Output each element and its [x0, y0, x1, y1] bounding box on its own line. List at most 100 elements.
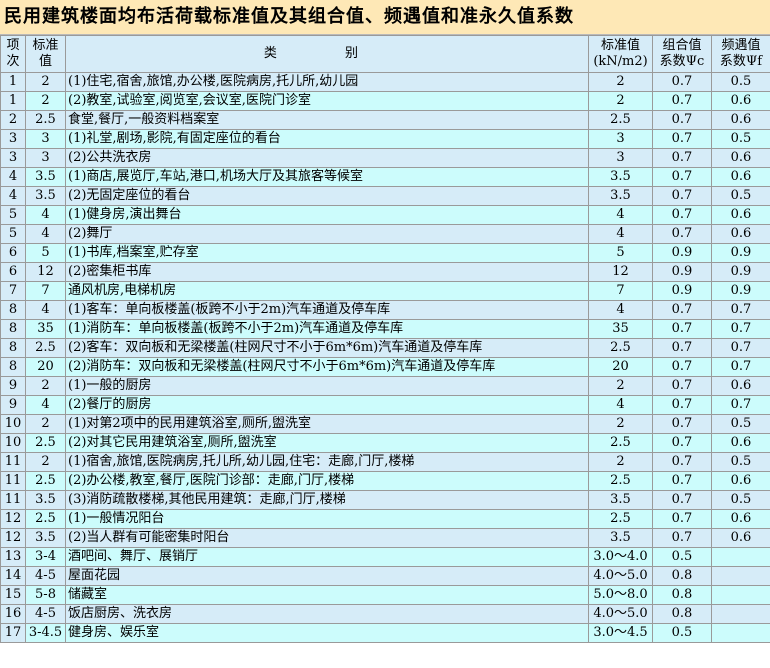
std-value-cell[interactable]: 2 — [25, 414, 66, 434]
frequent-coef-cell[interactable] — [711, 604, 770, 624]
frequent-coef-cell[interactable]: 0.6 — [711, 110, 770, 130]
item-no-cell[interactable]: 5 — [0, 205, 26, 225]
category-cell[interactable]: 食堂,餐厅,一般资料档案室 — [65, 110, 589, 130]
std-load-cell[interactable]: 4 — [588, 224, 653, 244]
item-no-cell[interactable]: 15 — [0, 585, 26, 605]
item-no-cell[interactable]: 13 — [0, 547, 26, 567]
item-no-cell[interactable]: 11 — [0, 452, 26, 472]
std-load-cell[interactable]: 35 — [588, 319, 653, 339]
category-cell[interactable]: (3)消防疏散楼梯,其他民用建筑：走廊,门厅,楼梯 — [65, 490, 589, 510]
std-load-cell[interactable]: 4.0～5.0 — [588, 604, 653, 624]
combination-coef-cell[interactable]: 0.7 — [652, 72, 712, 92]
std-load-cell[interactable]: 2.5 — [588, 509, 653, 529]
std-value-cell[interactable]: 3.5 — [25, 167, 66, 187]
frequent-coef-cell[interactable]: 0.9 — [711, 281, 770, 301]
combination-coef-cell[interactable]: 0.7 — [652, 490, 712, 510]
combination-coef-cell[interactable]: 0.7 — [652, 376, 712, 396]
category-cell[interactable]: 通风机房,电梯机房 — [65, 281, 589, 301]
frequent-coef-cell[interactable] — [711, 623, 770, 643]
item-no-cell[interactable]: 11 — [0, 490, 26, 510]
std-value-cell[interactable]: 2 — [25, 376, 66, 396]
category-cell[interactable]: (1)一般情况阳台 — [65, 509, 589, 529]
category-cell[interactable]: (2)对其它民用建筑浴室,厕所,盥洗室 — [65, 433, 589, 453]
frequent-coef-cell[interactable]: 0.7 — [711, 319, 770, 339]
category-cell[interactable]: (1)宿舍,旅馆,医院病房,托儿所,幼儿园,住宅：走廊,门厅,楼梯 — [65, 452, 589, 472]
std-value-cell[interactable]: 4 — [25, 224, 66, 244]
std-value-cell[interactable]: 2 — [25, 72, 66, 92]
combination-coef-cell[interactable]: 0.7 — [652, 167, 712, 187]
item-no-cell[interactable]: 4 — [0, 186, 26, 206]
std-value-cell[interactable]: 2 — [25, 91, 66, 111]
frequent-coef-cell[interactable] — [711, 566, 770, 586]
category-cell[interactable]: (1)住宅,宿舍,旅馆,办公楼,医院病房,托儿所,幼儿园 — [65, 72, 589, 92]
category-cell[interactable]: (1)书库,档案室,贮存室 — [65, 243, 589, 263]
combination-coef-cell[interactable]: 0.7 — [652, 205, 712, 225]
category-cell[interactable]: (1)健身房,演出舞台 — [65, 205, 589, 225]
category-cell[interactable]: (1)消防车：单向板楼盖(板跨不小于2m)汽车通道及停车库 — [65, 319, 589, 339]
std-load-cell[interactable]: 2 — [588, 72, 653, 92]
item-no-cell[interactable]: 16 — [0, 604, 26, 624]
category-cell[interactable]: (1)一般的厨房 — [65, 376, 589, 396]
frequent-coef-cell[interactable] — [711, 547, 770, 567]
item-no-cell[interactable]: 5 — [0, 224, 26, 244]
std-load-cell[interactable]: 3 — [588, 148, 653, 168]
frequent-coef-cell[interactable]: 0.6 — [711, 167, 770, 187]
std-value-cell[interactable]: 3-4.5 — [25, 623, 66, 643]
combination-coef-cell[interactable]: 0.7 — [652, 300, 712, 320]
item-no-cell[interactable]: 4 — [0, 167, 26, 187]
category-cell[interactable]: (1)客车：单向板楼盖(板跨不小于2m)汽车通道及停车库 — [65, 300, 589, 320]
std-load-cell[interactable]: 2.5 — [588, 338, 653, 358]
header-item-no[interactable]: 项 次 — [0, 35, 26, 73]
category-cell[interactable]: (1)对第2项中的民用建筑浴室,厕所,盥洗室 — [65, 414, 589, 434]
combination-coef-cell[interactable]: 0.7 — [652, 509, 712, 529]
std-value-cell[interactable]: 5 — [25, 243, 66, 263]
std-value-cell[interactable]: 3.5 — [25, 186, 66, 206]
item-no-cell[interactable]: 9 — [0, 395, 26, 415]
category-cell[interactable]: (1)商店,展览厅,车站,港口,机场大厅及其旅客等候室 — [65, 167, 589, 187]
frequent-coef-cell[interactable]: 0.6 — [711, 376, 770, 396]
item-no-cell[interactable]: 3 — [0, 148, 26, 168]
combination-coef-cell[interactable]: 0.5 — [652, 623, 712, 643]
item-no-cell[interactable]: 12 — [0, 509, 26, 529]
category-cell[interactable]: (1)礼堂,剧场,影院,有固定座位的看台 — [65, 129, 589, 149]
frequent-coef-cell[interactable]: 0.7 — [711, 300, 770, 320]
std-load-cell[interactable]: 20 — [588, 357, 653, 377]
category-cell[interactable]: (2)密集柜书库 — [65, 262, 589, 282]
combination-coef-cell[interactable]: 0.7 — [652, 148, 712, 168]
item-no-cell[interactable]: 6 — [0, 243, 26, 263]
item-no-cell[interactable]: 8 — [0, 357, 26, 377]
std-load-cell[interactable]: 3.5 — [588, 167, 653, 187]
std-load-cell[interactable]: 2 — [588, 376, 653, 396]
header-category[interactable]: 类 别 — [65, 35, 589, 73]
combination-coef-cell[interactable]: 0.9 — [652, 281, 712, 301]
std-load-cell[interactable]: 3.5 — [588, 490, 653, 510]
std-value-cell[interactable]: 12 — [25, 262, 66, 282]
std-value-cell[interactable]: 3.5 — [25, 528, 66, 548]
item-no-cell[interactable]: 7 — [0, 281, 26, 301]
frequent-coef-cell[interactable]: 0.6 — [711, 471, 770, 491]
item-no-cell[interactable]: 17 — [0, 623, 26, 643]
combination-coef-cell[interactable]: 0.7 — [652, 129, 712, 149]
category-cell[interactable]: (2)办公楼,教室,餐厅,医院门诊部：走廊,门厅,楼梯 — [65, 471, 589, 491]
std-load-cell[interactable]: 2 — [588, 91, 653, 111]
combination-coef-cell[interactable]: 0.9 — [652, 243, 712, 263]
frequent-coef-cell[interactable]: 0.6 — [711, 205, 770, 225]
combination-coef-cell[interactable]: 0.8 — [652, 585, 712, 605]
frequent-coef-cell[interactable]: 0.5 — [711, 452, 770, 472]
combination-coef-cell[interactable]: 0.7 — [652, 433, 712, 453]
combination-coef-cell[interactable]: 0.7 — [652, 528, 712, 548]
combination-coef-cell[interactable]: 0.7 — [652, 452, 712, 472]
std-value-cell[interactable]: 4-5 — [25, 566, 66, 586]
std-load-cell[interactable]: 3.5 — [588, 528, 653, 548]
std-value-cell[interactable]: 4 — [25, 205, 66, 225]
frequent-coef-cell[interactable]: 0.6 — [711, 224, 770, 244]
std-load-cell[interactable]: 12 — [588, 262, 653, 282]
frequent-coef-cell[interactable] — [711, 585, 770, 605]
item-no-cell[interactable]: 10 — [0, 433, 26, 453]
std-value-cell[interactable]: 20 — [25, 357, 66, 377]
frequent-coef-cell[interactable]: 0.5 — [711, 129, 770, 149]
std-load-cell[interactable]: 4 — [588, 395, 653, 415]
item-no-cell[interactable]: 1 — [0, 91, 26, 111]
category-cell[interactable]: (2)消防车：双向板和无梁楼盖(柱网尺寸不小于6m*6m)汽车通道及停车库 — [65, 357, 589, 377]
combination-coef-cell[interactable]: 0.5 — [652, 547, 712, 567]
